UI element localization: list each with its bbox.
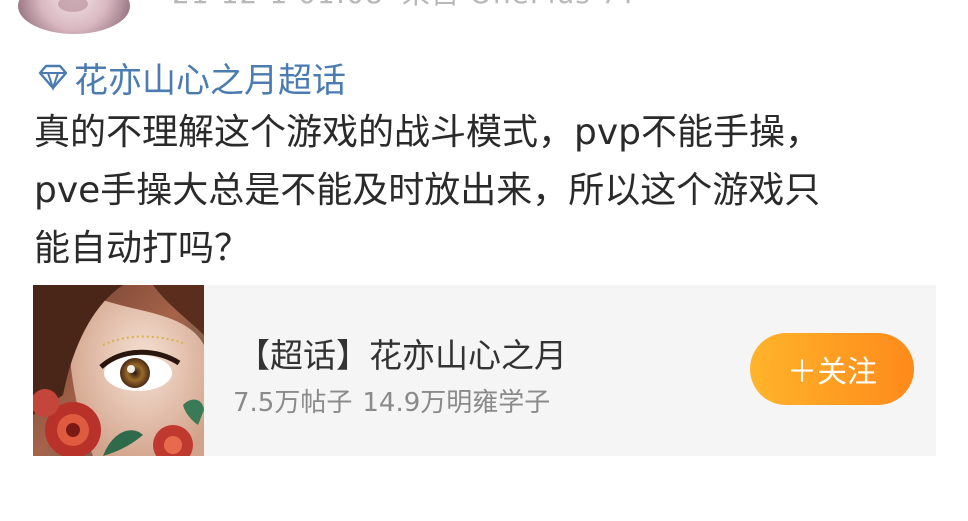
post-count: 7.5万帖子 [233,388,353,418]
supertopic-cover-image [33,285,204,456]
avatar[interactable] [18,0,130,34]
post-body: 真的不理解这个游戏的战斗模式，pvp不能手操， pve手操大总是不能及时放出来，… [34,104,934,278]
topic-label: 花亦山心之月超话 [74,60,346,101]
diamond-icon [38,64,68,91]
follow-button[interactable]: ＋关注 [750,333,914,405]
post-meta: 21-12-1 01:08 来自 OnePlus 7T [172,0,638,12]
post-source: 来自 OnePlus 7T [402,0,638,10]
post-page: 21-12-1 01:08 来自 OnePlus 7T 花亦山心之月超话 真的不理… [0,0,968,521]
post-line: 能自动打吗？ [34,228,251,269]
post-line: pve手操大总是不能及时放出来，所以这个游戏只 [34,170,821,211]
supertopic-title: 【超话】花亦山心之月 [237,336,567,375]
post-line: 真的不理解这个游戏的战斗模式，pvp不能手操， [34,112,822,153]
supertopic-stats: 7.5万帖子 14.9万明雍学子 [233,382,550,419]
topic-link[interactable]: 花亦山心之月超话 [36,54,346,101]
follower-count: 14.9万明雍学子 [362,388,551,418]
post-timestamp: 21-12-1 01:08 [172,0,384,10]
supertopic-card[interactable]: 【超话】花亦山心之月 7.5万帖子 14.9万明雍学子 ＋关注 [33,285,936,456]
